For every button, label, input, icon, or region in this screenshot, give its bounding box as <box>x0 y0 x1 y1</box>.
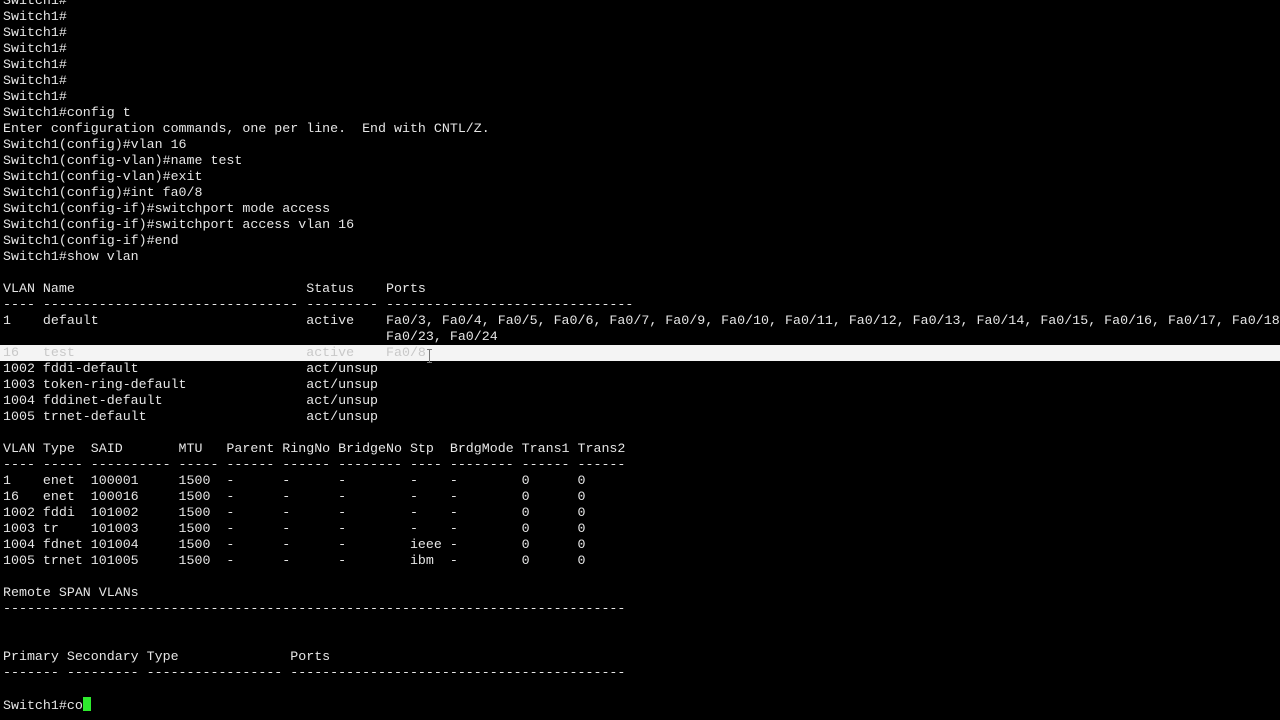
terminal-line-text: 16 test active Fa0/8 <box>3 345 426 360</box>
terminal-line: VLAN Name Status Ports <box>3 281 1280 297</box>
terminal-line: Switch1# <box>3 25 1280 41</box>
terminal-line: 1 enet 100001 1500 - - - - - 0 0 <box>3 473 1280 489</box>
terminal-line-text: VLAN Type SAID MTU Parent RingNo BridgeN… <box>3 441 626 456</box>
terminal-line: 1002 fddi-default act/unsup <box>3 361 1280 377</box>
terminal-line-text: 1002 fddi 101002 1500 - - - - - 0 0 <box>3 505 586 520</box>
terminal-line: 1002 fddi 101002 1500 - - - - - 0 0 <box>3 505 1280 521</box>
terminal-line-text: Remote SPAN VLANs <box>3 585 139 600</box>
terminal-line: ---- ----- ---------- ----- ------ -----… <box>3 457 1280 473</box>
terminal-line-text: Enter configuration commands, one per li… <box>3 121 490 136</box>
terminal-line-text: ------- --------- ----------------- ----… <box>3 665 626 680</box>
terminal-line: 16 enet 100016 1500 - - - - - 0 0 <box>3 489 1280 505</box>
terminal-line-text: Switch1# <box>3 57 67 72</box>
terminal-line: Fa0/23, Fa0/24 <box>3 329 1280 345</box>
terminal-line-text: Switch1# <box>3 73 67 88</box>
terminal-line-text: Switch1# <box>3 41 67 56</box>
terminal-line: Switch1# <box>3 89 1280 105</box>
terminal-line-text: 1 default active Fa0/3, Fa0/4, Fa0/5, Fa… <box>3 313 1280 328</box>
terminal-line: ---- -------------------------------- --… <box>3 297 1280 313</box>
terminal-line: Enter configuration commands, one per li… <box>3 121 1280 137</box>
text-cursor-icon <box>427 349 432 363</box>
terminal-line-text: Switch1(config)#vlan 16 <box>3 137 187 152</box>
terminal-line-text: 1005 trnet 101005 1500 - - - ibm - 0 0 <box>3 553 586 568</box>
terminal-line: Switch1# <box>3 9 1280 25</box>
terminal-line: VLAN Type SAID MTU Parent RingNo BridgeN… <box>3 441 1280 457</box>
terminal-line-text: Switch1#config t <box>3 105 131 120</box>
command-input[interactable]: Switch1#co <box>3 698 83 713</box>
terminal-line-text: 1004 fddinet-default act/unsup <box>3 393 379 408</box>
terminal-line: Switch1(config)#vlan 16 <box>3 137 1280 153</box>
terminal-line-text: ----------------------------------------… <box>3 601 626 616</box>
terminal-line-text: Switch1# <box>3 9 67 24</box>
terminal-line: 1005 trnet 101005 1500 - - - ibm - 0 0 <box>3 553 1280 569</box>
terminal-line-text: 1005 trnet-default act/unsup <box>3 409 379 424</box>
cursor-block <box>82 697 91 711</box>
terminal-line: ------- --------- ----------------- ----… <box>3 665 1280 681</box>
terminal-line-text: 1 enet 100001 1500 - - - - - 0 0 <box>3 473 586 488</box>
terminal-line-text: Switch1(config-vlan)#exit <box>3 169 203 184</box>
terminal-line: 1004 fddinet-default act/unsup <box>3 393 1280 409</box>
terminal-line-text: Switch1# <box>3 89 67 104</box>
terminal-line: Primary Secondary Type Ports <box>3 649 1280 665</box>
terminal-line: Switch1(config-if)#end <box>3 233 1280 249</box>
terminal-line: 1004 fdnet 101004 1500 - - - ieee - 0 0 <box>3 537 1280 553</box>
terminal-line-text: Switch1(config-if)#end <box>3 233 179 248</box>
terminal-line-text: Switch1# <box>3 0 67 8</box>
terminal-line: 1005 trnet-default act/unsup <box>3 409 1280 425</box>
terminal-line: ----------------------------------------… <box>3 601 1280 617</box>
terminal-window[interactable]: Switch1# Switch1# Switch1# Switch1# Switch1#… <box>0 0 1280 720</box>
terminal-line: 1003 token-ring-default act/unsup <box>3 377 1280 393</box>
terminal-line-text: ---- ----- ---------- ----- ------ -----… <box>3 457 626 472</box>
terminal-line-text: Switch1(config-vlan)#name test <box>3 153 243 168</box>
terminal-line-text: Switch1(config-if)#switchport mode acces… <box>3 201 331 216</box>
terminal-line-text: 1004 fdnet 101004 1500 - - - ieee - 0 0 <box>3 537 586 552</box>
terminal-line-text: Switch1#show vlan <box>3 249 139 264</box>
terminal-line-text: Switch1(config)#int fa0/8 <box>3 185 203 200</box>
terminal-line: Switch1# <box>3 57 1280 73</box>
terminal-line-text: 1003 token-ring-default act/unsup <box>3 377 379 392</box>
terminal-line: Remote SPAN VLANs <box>3 585 1280 601</box>
terminal-line-text: Fa0/23, Fa0/24 <box>3 329 498 344</box>
terminal-line: 1003 tr 101003 1500 - - - - - 0 0 <box>3 521 1280 537</box>
terminal-line: Switch1#show vlan <box>3 249 1280 265</box>
terminal-line: 16 test active Fa0/8 <box>0 345 1280 361</box>
terminal-line: Switch1(config-if)#switchport mode acces… <box>3 201 1280 217</box>
terminal-line: Switch1# <box>3 73 1280 89</box>
terminal-line-text: VLAN Name Status Ports <box>3 281 426 296</box>
terminal-line-text: 1002 fddi-default act/unsup <box>3 361 379 376</box>
terminal-line-text: Switch1# <box>3 25 67 40</box>
terminal-line: Switch1(config-if)#switchport access vla… <box>3 217 1280 233</box>
terminal-line: Switch1# <box>3 0 1280 9</box>
terminal-line-text: Primary Secondary Type Ports <box>3 649 331 664</box>
terminal-line: Switch1#config t <box>3 105 1280 121</box>
terminal-output: Switch1# Switch1# Switch1# Switch1# Switch1#… <box>0 0 1280 713</box>
terminal-line-text: 1003 tr 101003 1500 - - - - - 0 0 <box>3 521 586 536</box>
terminal-line-text: Switch1(config-if)#switchport access vla… <box>3 217 355 232</box>
terminal-line-text: ---- -------------------------------- --… <box>3 297 634 312</box>
terminal-line-text: 16 enet 100016 1500 - - - - - 0 0 <box>3 489 586 504</box>
terminal-line: Switch1# <box>3 41 1280 57</box>
terminal-line: 1 default active Fa0/3, Fa0/4, Fa0/5, Fa… <box>3 313 1280 329</box>
terminal-line: Switch1(config)#int fa0/8 <box>3 185 1280 201</box>
terminal-line: Switch1(config-vlan)#exit <box>3 169 1280 185</box>
terminal-line: Switch1(config-vlan)#name test <box>3 153 1280 169</box>
command-prompt-line[interactable]: Switch1#co <box>3 697 1280 713</box>
